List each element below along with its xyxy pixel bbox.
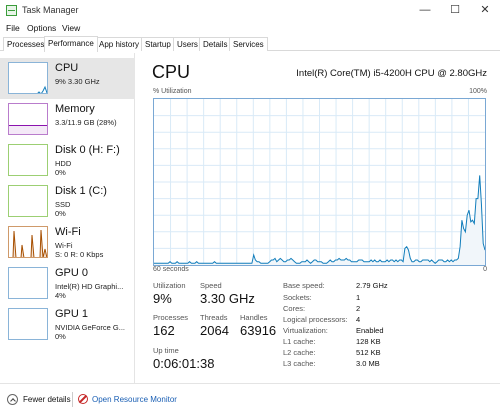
virtualization-value: Enabled: [356, 326, 384, 335]
title-bar: Task Manager — ☐ ✕: [0, 0, 500, 21]
utilization-axis-max: 100%: [469, 88, 487, 95]
handles-value: 63916: [240, 323, 277, 338]
utilization-value: 9%: [153, 291, 172, 306]
sidebar-wifi-throughput: S: 0 R: 0 Kbps: [55, 250, 104, 259]
l3-cache-label: L3 cache:: [283, 359, 316, 368]
sidebar-gpu-1-title: GPU 1: [55, 308, 89, 320]
tab-processes[interactable]: Processes: [3, 37, 49, 51]
sidebar-item-gpu-1[interactable]: GPU 1 NVIDIA GeForce G... 0%: [0, 304, 135, 345]
tab-bar: Processes Performance App history Startu…: [0, 36, 500, 52]
speed-label: Speed: [200, 281, 222, 290]
time-axis-right-label: 0: [483, 266, 487, 273]
resource-monitor-icon[interactable]: [78, 394, 88, 404]
sidebar-disk-0-title: Disk 0 (H: F:): [55, 144, 120, 156]
utilization-axis-label: % Utilization: [153, 88, 192, 95]
sidebar-gpu-0-title: GPU 0: [55, 267, 89, 279]
sidebar-item-disk-0[interactable]: Disk 0 (H: F:) HDD 0%: [0, 140, 135, 181]
logical-processors-value: 4: [356, 315, 361, 324]
utilization-label: Utilization: [153, 281, 186, 290]
tab-app-history[interactable]: App history: [95, 37, 144, 51]
close-button[interactable]: ✕: [470, 0, 500, 21]
fewer-details-button[interactable]: Fewer details: [23, 395, 71, 404]
task-manager-icon: [6, 5, 17, 16]
sidebar-disk-0-type: HDD: [55, 159, 72, 168]
sidebar-wifi-adapter: Wi-Fi: [55, 241, 73, 250]
footer-separator: [72, 392, 73, 407]
menu-view[interactable]: View: [62, 23, 80, 33]
sidebar-cpu-title: CPU: [55, 62, 79, 74]
window-title: Task Manager: [22, 5, 79, 15]
base-speed-value: 2.79 GHz: [356, 281, 388, 290]
cpu-utilization-svg: [154, 99, 486, 265]
processes-label: Processes: [153, 313, 189, 322]
tab-services[interactable]: Services: [229, 37, 268, 51]
threads-label: Threads: [200, 313, 228, 322]
speed-value: 3.30 GHz: [200, 291, 255, 306]
cpu-model-name: Intel(R) Core(TM) i5-4200H CPU @ 2.80GHz: [296, 68, 487, 79]
menu-bar: File Options View: [0, 21, 500, 36]
sidebar-item-disk-1[interactable]: Disk 1 (C:) SSD 0%: [0, 181, 135, 222]
menu-file[interactable]: File: [6, 23, 20, 33]
gpu-0-thumbnail-graph: [8, 267, 48, 299]
performance-sidebar: CPU 9% 3.30 GHz Memory 3.3/11.9 GB (28%)…: [0, 53, 135, 383]
sidebar-disk-1-usage: 0%: [55, 209, 66, 218]
sidebar-item-wifi[interactable]: Wi-Fi Wi-Fi S: 0 R: 0 Kbps: [0, 222, 135, 263]
l1-cache-label: L1 cache:: [283, 337, 316, 346]
cores-label: Cores:: [283, 304, 306, 313]
sidebar-gpu-0-model: Intel(R) HD Graphi...: [55, 282, 124, 291]
threads-value: 2064: [200, 323, 229, 338]
memory-thumbnail-graph: [8, 103, 48, 135]
tab-startup[interactable]: Startup: [141, 37, 175, 51]
sidebar-disk-1-title: Disk 1 (C:): [55, 185, 107, 197]
cpu-thumbnail-graph: [8, 62, 48, 94]
logical-processors-label: Logical processors:: [283, 315, 348, 324]
wifi-thumbnail-graph: [8, 226, 48, 258]
l2-cache-label: L2 cache:: [283, 348, 316, 357]
graph-grid: [154, 99, 485, 265]
sidebar-disk-1-type: SSD: [55, 200, 71, 209]
tab-details[interactable]: Details: [199, 37, 232, 51]
disk-0-thumbnail-graph: [8, 144, 48, 176]
time-axis-left-label: 60 seconds: [153, 266, 189, 273]
sidebar-item-gpu-0[interactable]: GPU 0 Intel(R) HD Graphi... 4%: [0, 263, 135, 304]
uptime-label: Up time: [153, 346, 179, 355]
cores-value: 2: [356, 304, 361, 313]
sidebar-item-cpu[interactable]: CPU 9% 3.30 GHz: [0, 58, 135, 99]
footer-bar: Fewer details Open Resource Monitor: [0, 383, 500, 417]
sockets-label: Sockets:: [283, 293, 312, 302]
gpu-1-thumbnail-graph: [8, 308, 48, 340]
disk-1-thumbnail-graph: [8, 185, 48, 217]
processes-value: 162: [153, 323, 175, 338]
maximize-button[interactable]: ☐: [440, 0, 470, 21]
virtualization-label: Virtualization:: [283, 326, 328, 335]
cpu-detail-panel: CPU Intel(R) Core(TM) i5-4200H CPU @ 2.8…: [145, 53, 495, 383]
cpu-utilization-graph: [153, 98, 486, 266]
chevron-up-icon[interactable]: [7, 394, 18, 405]
sidebar-disk-0-usage: 0%: [55, 168, 66, 177]
minimize-button[interactable]: —: [410, 0, 440, 21]
base-speed-label: Base speed:: [283, 281, 325, 290]
tab-users[interactable]: Users: [173, 37, 202, 51]
tab-performance[interactable]: Performance: [44, 36, 98, 52]
sidebar-wifi-title: Wi-Fi: [55, 226, 81, 238]
l3-cache-value: 3.0 MB: [356, 359, 380, 368]
l1-cache-value: 128 KB: [356, 337, 381, 346]
menu-options[interactable]: Options: [27, 23, 56, 33]
l2-cache-value: 512 KB: [356, 348, 381, 357]
sidebar-gpu-1-model: NVIDIA GeForce G...: [55, 323, 126, 332]
sockets-value: 1: [356, 293, 361, 302]
sidebar-cpu-sub: 9% 3.30 GHz: [55, 77, 100, 86]
handles-label: Handles: [240, 313, 268, 322]
sidebar-memory-sub: 3.3/11.9 GB (28%): [55, 118, 117, 127]
sidebar-item-memory[interactable]: Memory 3.3/11.9 GB (28%): [0, 99, 135, 140]
sidebar-gpu-0-usage: 4%: [55, 291, 66, 300]
open-resource-monitor-link[interactable]: Open Resource Monitor: [92, 395, 177, 404]
sidebar-memory-title: Memory: [55, 103, 95, 115]
sidebar-gpu-1-usage: 0%: [55, 332, 66, 341]
uptime-value: 0:06:01:38: [153, 356, 215, 371]
page-title: CPU: [152, 62, 191, 82]
